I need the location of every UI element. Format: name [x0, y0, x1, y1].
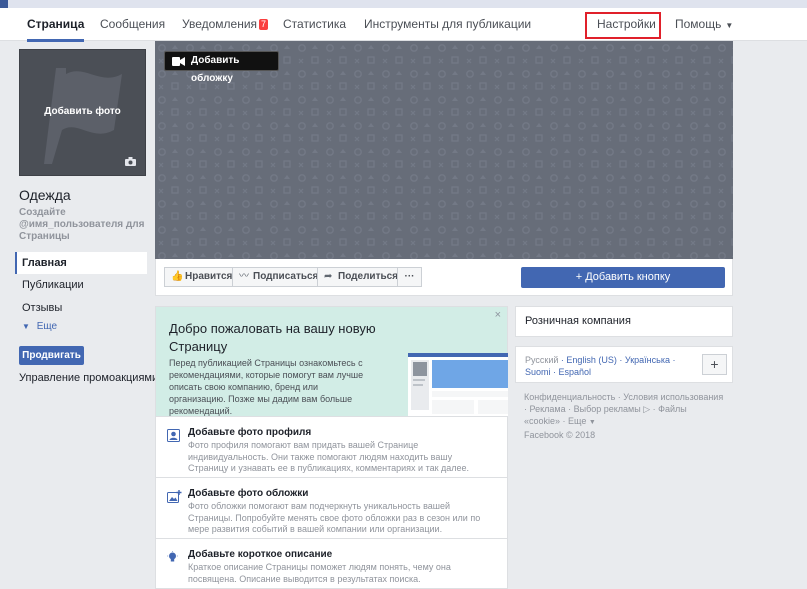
add-photo-label: Добавить фото [44, 106, 121, 117]
language-current: Русский [525, 355, 559, 365]
nav-tab-insights[interactable]: Статистика [283, 8, 346, 41]
left-nav-posts[interactable]: Публикации [15, 274, 147, 296]
add-cover-label: Добавить обложку [191, 55, 240, 84]
language-link[interactable]: Español [559, 367, 592, 377]
facebook-logo-fragment [0, 0, 8, 8]
footer-more-link[interactable]: Еще ▼ [568, 416, 596, 426]
welcome-card: Добро пожаловать на вашу новую Страницу … [155, 306, 508, 589]
cover-photo-area[interactable] [155, 41, 733, 259]
nav-tab-messages[interactable]: Сообщения [100, 8, 165, 41]
follow-button[interactable]: 〰 Подписаться [232, 267, 318, 287]
nav-help-menu[interactable]: Помощь ▼ [675, 8, 733, 41]
cover-pattern [155, 41, 733, 259]
task-title: Добавьте фото обложки [188, 488, 309, 499]
more-options-button[interactable]: ··· [397, 267, 422, 287]
task-add-cover-photo[interactable]: Добавьте фото обложки Фото обложки помог… [156, 477, 507, 538]
footer-ads-link[interactable]: Реклама [530, 404, 566, 414]
welcome-description: Перед публикацией Страницы ознакомьтесь … [169, 358, 364, 416]
footer-links: Конфиденциальность · Условия использован… [524, 392, 724, 440]
task-add-profile-photo[interactable]: Добавьте фото профиля Фото профиля помог… [156, 416, 507, 477]
nav-tab-notifications-label: Уведомления [182, 17, 258, 31]
language-card: Русский · English (US) · Українська · Su… [515, 346, 733, 383]
like-label: Нравится [185, 271, 233, 282]
footer-terms-link[interactable]: Условия использования [623, 392, 723, 402]
settings-highlight-box [585, 12, 661, 39]
page-top-nav: Страница Сообщения Уведомления 7 Статисти… [0, 8, 807, 42]
add-language-button[interactable]: + [702, 354, 727, 375]
manage-promotions-link[interactable]: Управление промоакциями [19, 372, 158, 384]
add-button-cta[interactable]: + Добавить кнопку [521, 267, 725, 288]
footer-adchoices-label: Выбор рекламы [573, 404, 641, 414]
share-button[interactable]: ➦ Поделиться [317, 267, 398, 287]
language-link[interactable]: Suomi [525, 367, 551, 377]
close-icon[interactable]: × [495, 309, 501, 321]
video-camera-icon [172, 57, 185, 66]
task-description: Краткое описание Страницы поможет людям … [188, 562, 451, 584]
task-description: Фото обложки помогают вам подчеркнуть ун… [188, 501, 481, 534]
nav-tab-notifications[interactable]: Уведомления 7 [182, 8, 269, 41]
welcome-title: Добро пожаловать на вашу новую Страницу [169, 321, 376, 354]
language-link[interactable]: English (US) [566, 355, 617, 365]
language-link[interactable]: Українська [625, 355, 670, 365]
page-category-card[interactable]: Розничная компания [515, 306, 733, 337]
language-links: Русский · English (US) · Українська · Su… [525, 355, 676, 377]
ad-choices-icon: ▷ [643, 404, 651, 414]
promote-button[interactable]: Продвигать [19, 346, 84, 365]
profile-photo[interactable]: Добавить фото [19, 49, 146, 176]
footer-more-label: Еще [568, 416, 587, 426]
ellipsis-icon: ··· [404, 271, 415, 282]
like-button[interactable]: 👍 Нравится [164, 267, 233, 287]
left-nav-more[interactable]: ▼ Еще [15, 316, 147, 338]
lightbulb-icon [167, 551, 178, 562]
camera-icon[interactable] [125, 157, 136, 166]
follow-label: Подписаться [253, 271, 319, 282]
footer-privacy-link[interactable]: Конфиденциальность [524, 392, 615, 402]
welcome-header: Добро пожаловать на вашу новую Страницу … [156, 307, 508, 416]
nav-tab-page[interactable]: Страница [27, 8, 85, 42]
caret-down-icon: ▼ [588, 419, 596, 426]
share-label: Поделиться [338, 271, 399, 282]
caret-down-icon: ▼ [725, 21, 734, 30]
task-title: Добавьте фото профиля [188, 427, 312, 438]
chevron-down-icon: ▼ [22, 322, 30, 331]
page-preview-illustration [408, 353, 508, 416]
nav-help-label: Помощь [675, 17, 722, 31]
create-username-link[interactable]: Создайте @имя_пользователя для Страницы [19, 207, 147, 243]
profile-photo-icon [167, 429, 180, 442]
top-strip [0, 0, 807, 8]
notifications-badge: 7 [259, 19, 269, 30]
footer-copyright: Facebook © 2018 [524, 430, 596, 440]
footer-adchoices-link[interactable]: Выбор рекламы ▷ [574, 404, 651, 414]
add-cover-button[interactable]: Добавить обложку [164, 51, 279, 84]
page-name[interactable]: Одежда [19, 187, 71, 203]
thumbs-up-icon: 👍 [171, 271, 184, 282]
task-add-short-description[interactable]: Добавьте короткое описание Краткое описа… [156, 538, 507, 589]
cover-photo-icon [167, 490, 182, 503]
rss-icon: 〰 [239, 271, 249, 282]
nav-tab-publishing-tools[interactable]: Инструменты для публикации [364, 8, 531, 41]
share-arrow-icon: ➦ [324, 271, 333, 282]
left-nav-home[interactable]: Главная [15, 252, 147, 274]
task-title: Добавьте короткое описание [188, 549, 333, 560]
left-nav-more-label: Еще [36, 321, 58, 332]
task-description: Фото профиля помогают вам придать вашей … [188, 440, 470, 473]
